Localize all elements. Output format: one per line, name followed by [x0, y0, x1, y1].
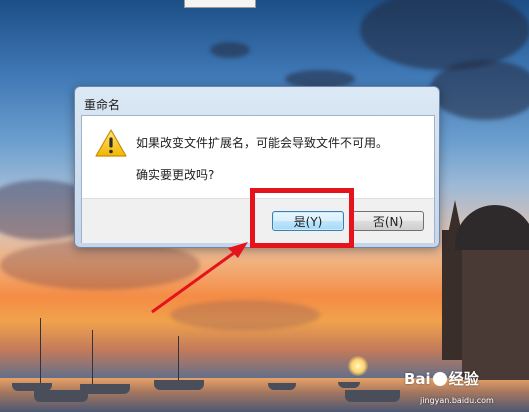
watermark-brand: Bai — [404, 370, 431, 388]
annotation-arrow — [151, 242, 248, 314]
baidu-watermark: Bai 经验 — [404, 368, 479, 389]
watermark-suffix: 经验 — [448, 370, 479, 388]
paw-icon — [432, 372, 447, 386]
watermark-url: jingyan.baidu.com — [420, 396, 494, 405]
